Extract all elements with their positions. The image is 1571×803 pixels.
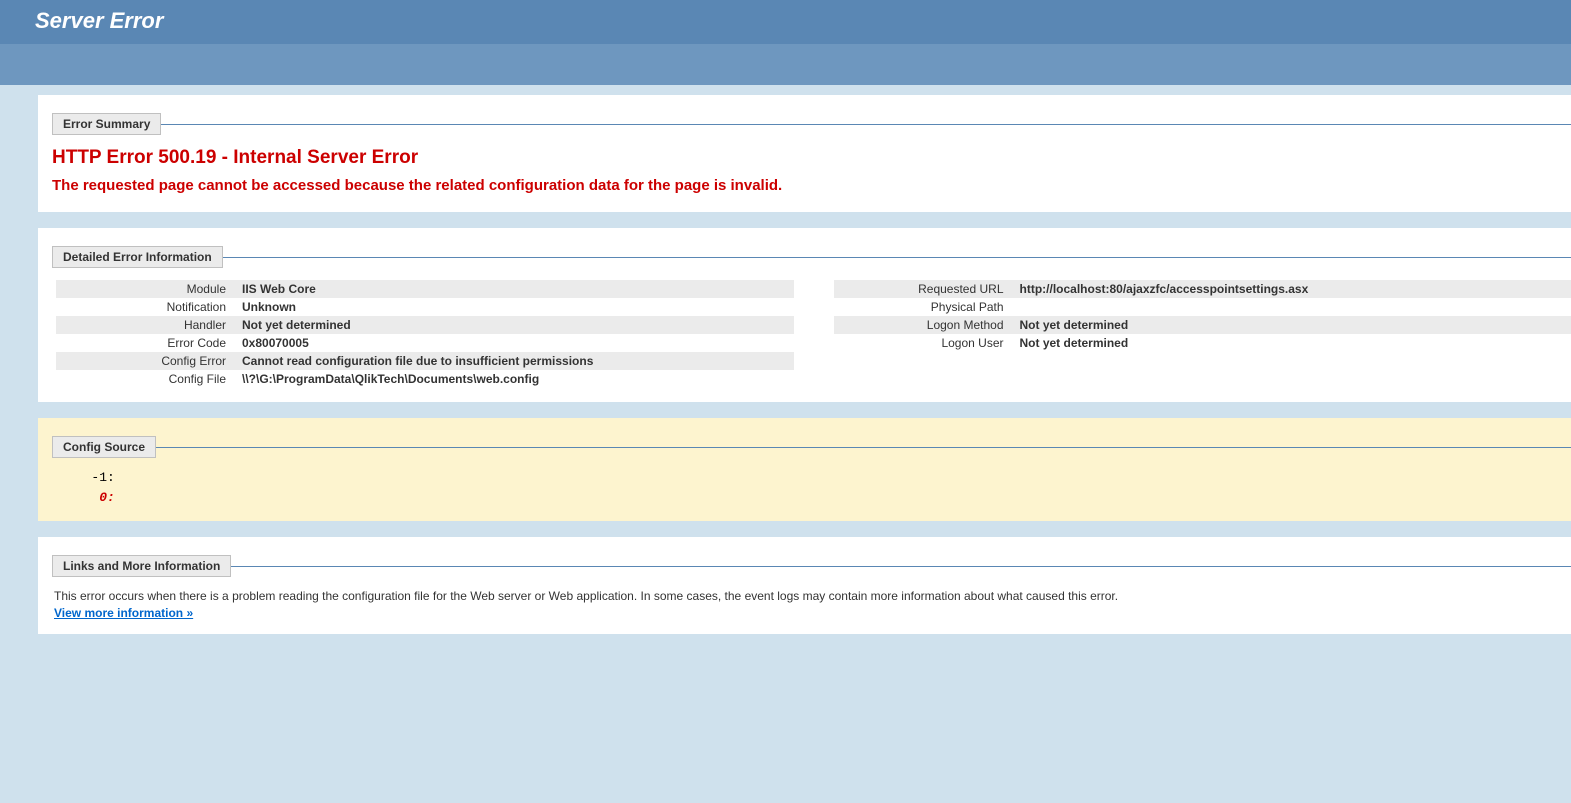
notification-label: Notification bbox=[56, 298, 236, 316]
table-row: Logon User Not yet determined bbox=[834, 334, 1571, 352]
view-more-info-link[interactable]: View more information » bbox=[54, 606, 193, 620]
logon-user-value: Not yet determined bbox=[1014, 334, 1571, 352]
config-source-fieldset: Config Source -1: 0: bbox=[52, 436, 1571, 507]
table-row: Handler Not yet determined bbox=[56, 316, 794, 334]
details-col-left: Module IIS Web Core Notification Unknown… bbox=[56, 280, 794, 388]
details-col-right: Requested URL http://localhost:80/ajaxzf… bbox=[834, 280, 1571, 388]
config-source-section: Config Source -1: 0: bbox=[38, 418, 1571, 521]
page-header-sub bbox=[0, 44, 1571, 85]
details-table-right: Requested URL http://localhost:80/ajaxzf… bbox=[834, 280, 1571, 352]
error-summary-section: Error Summary HTTP Error 500.19 - Intern… bbox=[38, 95, 1571, 212]
config-file-value: \\?\G:\ProgramData\QlikTech\Documents\we… bbox=[236, 370, 794, 388]
page-title: Server Error bbox=[35, 8, 1536, 34]
config-file-label: Config File bbox=[56, 370, 236, 388]
requested-url-value: http://localhost:80/ajaxzfc/accesspoints… bbox=[1014, 280, 1571, 298]
table-row: Config File \\?\G:\ProgramData\QlikTech\… bbox=[56, 370, 794, 388]
links-more-text: This error occurs when there is a proble… bbox=[54, 589, 1571, 603]
config-line-1: -1: bbox=[68, 468, 1555, 488]
error-title: HTTP Error 500.19 - Internal Server Erro… bbox=[52, 147, 1571, 169]
config-source-content: -1: 0: bbox=[52, 458, 1571, 507]
config-error-value: Cannot read configuration file due to in… bbox=[236, 352, 794, 370]
page-header-top: Server Error bbox=[0, 0, 1571, 44]
content-wrapper: Error Summary HTTP Error 500.19 - Intern… bbox=[0, 85, 1571, 634]
notification-value: Unknown bbox=[236, 298, 794, 316]
table-row: Config Error Cannot read configuration f… bbox=[56, 352, 794, 370]
table-row: Notification Unknown bbox=[56, 298, 794, 316]
config-error-label: Config Error bbox=[56, 352, 236, 370]
detailed-error-section: Detailed Error Information Module IIS We… bbox=[38, 228, 1571, 402]
error-subtitle: The requested page cannot be accessed be… bbox=[52, 177, 1571, 194]
requested-url-label: Requested URL bbox=[834, 280, 1014, 298]
table-row: Physical Path bbox=[834, 298, 1571, 316]
error-code-label: Error Code bbox=[56, 334, 236, 352]
links-more-fieldset: Links and More Information This error oc… bbox=[52, 555, 1571, 620]
links-more-section: Links and More Information This error oc… bbox=[38, 537, 1571, 634]
config-source-legend: Config Source bbox=[52, 436, 156, 458]
detailed-error-legend: Detailed Error Information bbox=[52, 246, 223, 268]
logon-method-value: Not yet determined bbox=[1014, 316, 1571, 334]
logon-user-label: Logon User bbox=[834, 334, 1014, 352]
module-value: IIS Web Core bbox=[236, 280, 794, 298]
details-table-left: Module IIS Web Core Notification Unknown… bbox=[56, 280, 794, 388]
table-row: Module IIS Web Core bbox=[56, 280, 794, 298]
handler-value: Not yet determined bbox=[236, 316, 794, 334]
error-code-value: 0x80070005 bbox=[236, 334, 794, 352]
config-line-2: 0: bbox=[68, 488, 1555, 508]
handler-label: Handler bbox=[56, 316, 236, 334]
detailed-error-fieldset: Detailed Error Information Module IIS We… bbox=[52, 246, 1571, 388]
table-row: Requested URL http://localhost:80/ajaxzf… bbox=[834, 280, 1571, 298]
logon-method-label: Logon Method bbox=[834, 316, 1014, 334]
module-label: Module bbox=[56, 280, 236, 298]
details-container: Module IIS Web Core Notification Unknown… bbox=[52, 280, 1571, 388]
error-summary-fieldset: Error Summary HTTP Error 500.19 - Intern… bbox=[52, 113, 1571, 198]
table-row: Error Code 0x80070005 bbox=[56, 334, 794, 352]
physical-path-label: Physical Path bbox=[834, 298, 1014, 316]
error-summary-legend: Error Summary bbox=[52, 113, 161, 135]
physical-path-value bbox=[1014, 298, 1571, 316]
table-row: Logon Method Not yet determined bbox=[834, 316, 1571, 334]
links-more-legend: Links and More Information bbox=[52, 555, 231, 577]
